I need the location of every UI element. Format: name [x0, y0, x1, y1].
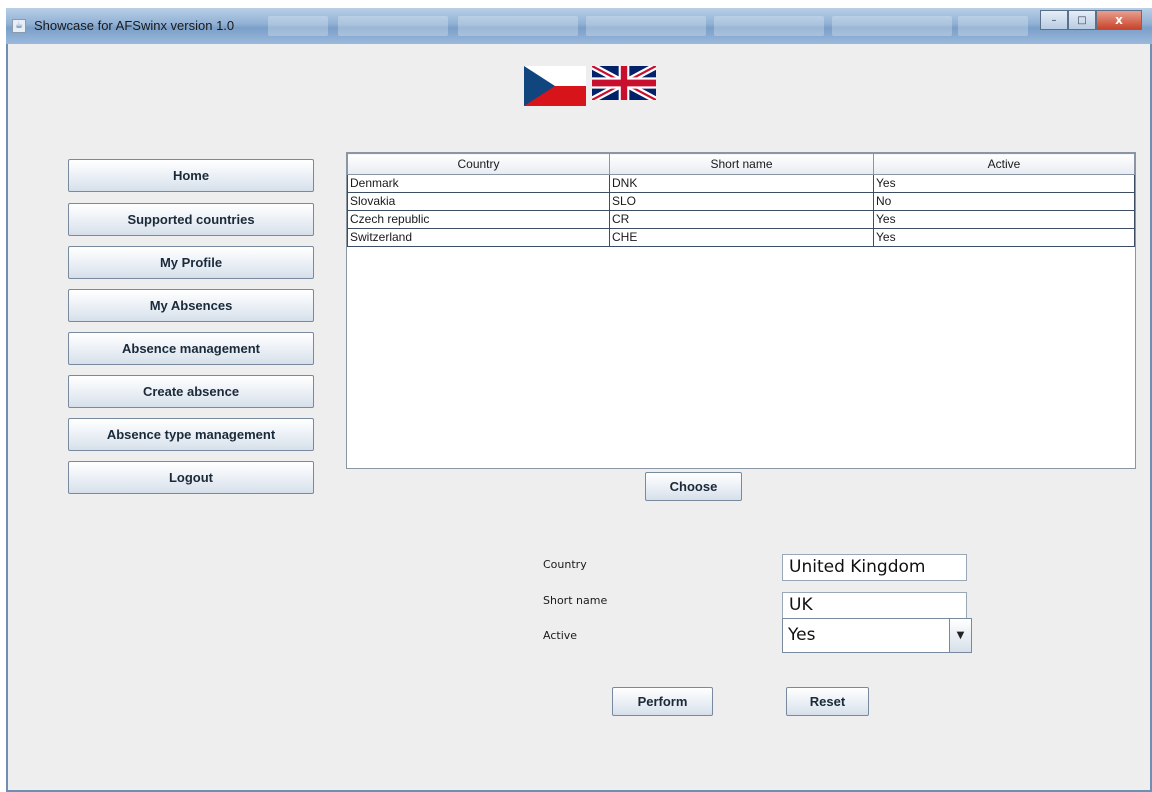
window-title: Showcase for AFSwinx version 1.0 [34, 18, 235, 33]
table-header-row: Country Short name Active [347, 153, 1135, 175]
title-bar[interactable]: ☕ Showcase for AFSwinx version 1.0 – □ x [6, 8, 1152, 44]
active-selected-value: Yes [788, 625, 816, 645]
cell-country: Denmark [347, 174, 610, 193]
nav-absence-management-button[interactable]: Absence management [68, 332, 314, 365]
cell-active: No [873, 192, 1135, 211]
column-header-short-name[interactable]: Short name [609, 153, 874, 175]
nav-supported-countries-button[interactable]: Supported countries [68, 203, 314, 236]
active-select[interactable]: Yes ▼ [782, 618, 972, 653]
column-header-country[interactable]: Country [347, 153, 610, 175]
cell-short-name: SLO [609, 192, 874, 211]
cell-active: Yes [873, 228, 1135, 247]
cell-active: Yes [873, 210, 1135, 229]
perform-button[interactable]: Perform [612, 687, 713, 716]
table-row[interactable]: Switzerland CHE Yes [347, 228, 1135, 247]
background-blur [338, 16, 448, 36]
table-row[interactable]: Slovakia SLO No [347, 192, 1135, 211]
nav-create-absence-button[interactable]: Create absence [68, 375, 314, 408]
java-app-icon: ☕ [12, 19, 26, 33]
background-blur [586, 16, 706, 36]
column-header-active[interactable]: Active [873, 153, 1135, 175]
short-name-label: Short name [543, 594, 608, 607]
nav-my-profile-button[interactable]: My Profile [68, 246, 314, 279]
choose-button[interactable]: Choose [645, 472, 742, 501]
table-row[interactable]: Czech republic CR Yes [347, 210, 1135, 229]
cell-country: Czech republic [347, 210, 610, 229]
cell-active: Yes [873, 174, 1135, 193]
background-blur [458, 16, 578, 36]
maximize-icon[interactable]: □ [1068, 10, 1096, 30]
nav-home-button[interactable]: Home [68, 159, 314, 192]
nav-my-absences-button[interactable]: My Absences [68, 289, 314, 322]
minimize-icon[interactable]: – [1040, 10, 1068, 30]
background-blur [958, 16, 1028, 36]
cell-short-name: CR [609, 210, 874, 229]
short-name-field[interactable]: UK [782, 592, 967, 619]
country-label: Country [543, 558, 587, 571]
uk-flag-icon[interactable] [592, 66, 656, 100]
background-blur [714, 16, 824, 36]
background-blur [268, 16, 328, 36]
active-label: Active [543, 629, 578, 642]
nav-logout-button[interactable]: Logout [68, 461, 314, 494]
czech-flag-icon[interactable] [524, 66, 586, 106]
cell-short-name: CHE [609, 228, 874, 247]
chevron-down-icon[interactable]: ▼ [949, 619, 971, 652]
reset-button[interactable]: Reset [786, 687, 869, 716]
close-icon[interactable]: x [1096, 10, 1142, 30]
countries-table[interactable]: Country Short name Active Denmark DNK Ye… [346, 152, 1136, 469]
cell-country: Switzerland [347, 228, 610, 247]
cell-short-name: DNK [609, 174, 874, 193]
country-field[interactable]: United Kingdom [782, 554, 967, 581]
app-window: ☕ Showcase for AFSwinx version 1.0 – □ x [6, 8, 1152, 792]
table-row[interactable]: Denmark DNK Yes [347, 174, 1135, 193]
nav-absence-type-management-button[interactable]: Absence type management [68, 418, 314, 451]
cell-country: Slovakia [347, 192, 610, 211]
content-panel: Home Supported countries My Profile My A… [8, 44, 1150, 790]
window-controls: – □ x [1040, 10, 1142, 30]
background-blur [832, 16, 952, 36]
